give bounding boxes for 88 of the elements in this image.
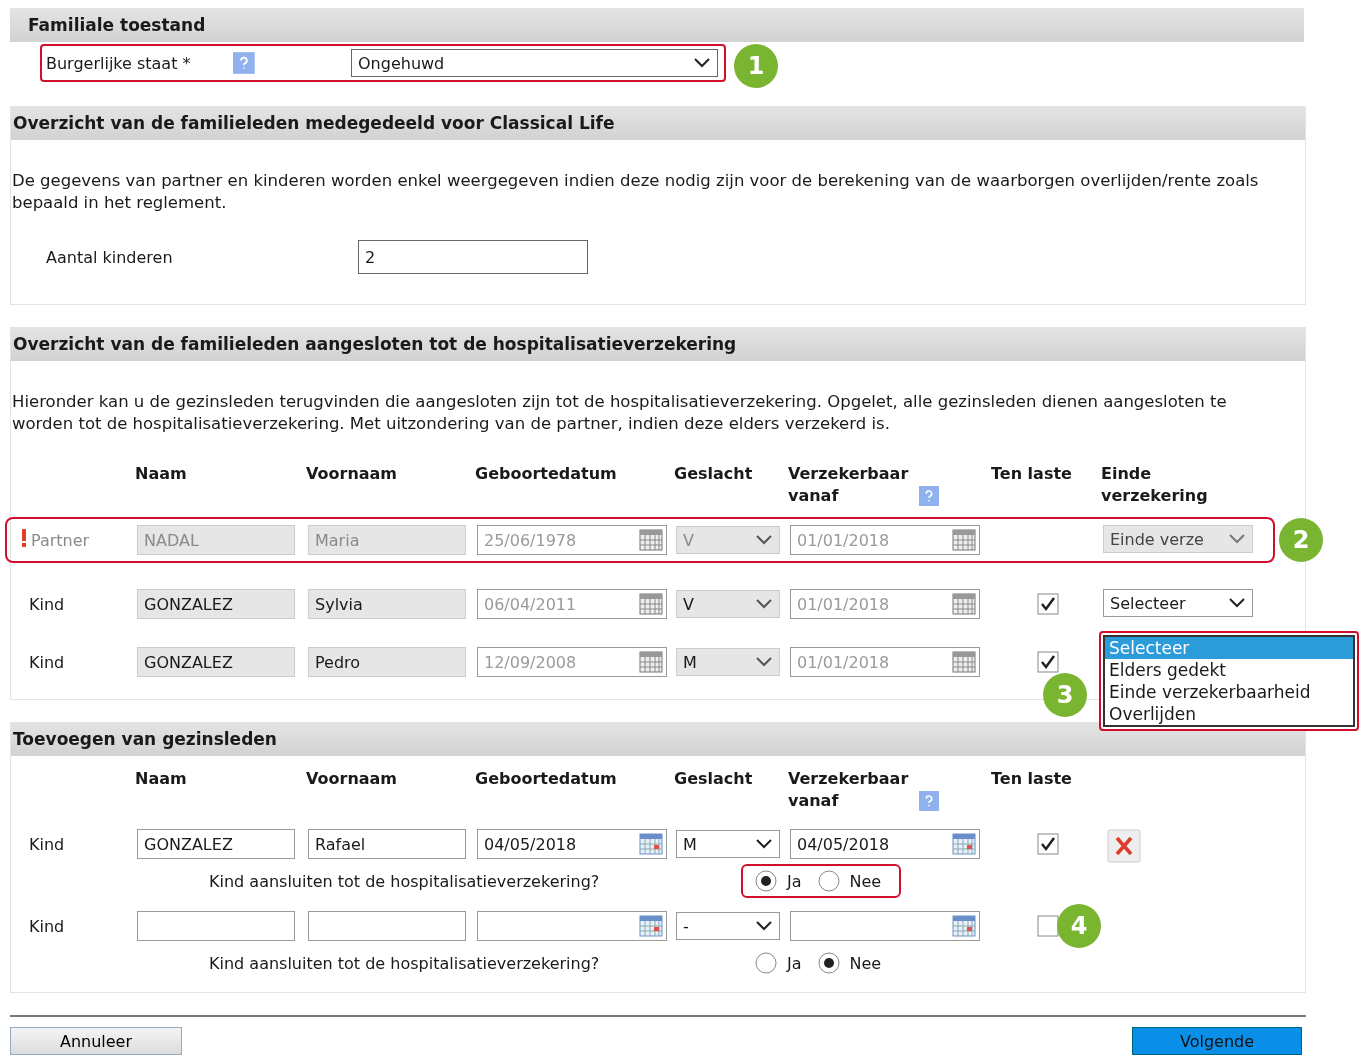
calendar-icon[interactable] [639,593,663,615]
action-button[interactable]: Annuleer [10,1027,182,1055]
date-field[interactable] [477,911,667,941]
relation-label: Kind [29,916,65,936]
dropdown[interactable]: V [676,590,780,618]
chevron-down-icon [755,534,773,546]
date-field[interactable] [790,911,980,941]
section-title: Toevoegen van gezinsleden [13,729,277,749]
dropdown[interactable]: M [676,648,780,676]
checkbox[interactable] [1037,593,1059,615]
calendar-icon[interactable] [639,915,663,937]
chevron-down-icon [693,57,711,69]
dropdown-option[interactable]: Elders gedekt [1105,659,1353,681]
input-field[interactable]: GONZALEZ [137,647,295,677]
calendar-icon[interactable] [639,651,663,673]
dropdown[interactable]: Ongehuwd [351,49,718,77]
dropdown[interactable]: M [676,830,780,858]
section-title: Familiale toestand [28,15,206,35]
radio-button[interactable] [755,952,777,974]
relation-label: Kind [29,594,65,614]
option-label: Nee [849,953,882,973]
callout-number: 1 [734,44,778,88]
column-header: Verzekerbaar vanaf [788,768,910,812]
radio-button[interactable] [755,870,777,892]
column-header: Einde verzekering [1101,463,1209,507]
chevron-down-icon [755,838,773,850]
option-label: Nee [849,871,882,891]
column-header: Naam [135,768,187,790]
checkbox[interactable] [1037,833,1059,855]
relation-label: Kind [29,834,65,854]
column-header: Geslacht [674,768,753,790]
callout-number: 2 [1279,518,1323,562]
column-header: Geboortedatum [475,463,617,485]
help-icon[interactable] [919,791,939,811]
chevron-down-icon [1228,533,1246,545]
action-button[interactable]: Volgende [1132,1027,1302,1055]
question-text: Kind aansluiten tot de hospitalisatieverzekering? [208,871,601,891]
help-icon[interactable] [919,486,939,506]
field-label: Burgerlijke staat * [46,53,192,73]
calendar-icon[interactable] [952,651,976,673]
column-header: Ten laste [991,768,1072,790]
input-field[interactable]: GONZALEZ [137,829,295,859]
callout-number: 4 [1057,904,1101,948]
calendar-icon[interactable] [952,833,976,855]
dropdown[interactable]: - [676,912,780,940]
input-field[interactable]: Pedro [308,647,466,677]
field-label: Aantal kinderen [46,247,174,267]
delete-icon[interactable] [1107,829,1141,863]
column-header: Naam [135,463,187,485]
input-field[interactable]: Rafael [308,829,466,859]
radio-button[interactable] [817,952,840,974]
help-icon[interactable] [233,52,255,74]
chevron-down-icon [755,920,773,932]
input-field[interactable] [308,911,466,941]
column-header: Verzekerbaar vanaf [788,463,910,507]
calendar-icon[interactable] [952,915,976,937]
option-label: Ja [787,953,802,973]
info-text: Hieronder kan u de gezinsleden terugvinden die aangesloten zijn tot de hospitalisatieverzekering. Opgelet, alle gezinsleden dienen aangesloten te worden tot de hospitalisatieverzekering. Met uitzondering van de partner, indien deze elders verzekerd is. [12,391,1228,435]
column-header: Geboortedatum [475,768,617,790]
chevron-down-icon [755,598,773,610]
radio-button[interactable] [817,870,840,892]
column-header: Voornaam [306,768,398,790]
column-header: Geslacht [674,463,753,485]
chevron-down-icon [755,656,773,668]
input-field[interactable]: GONZALEZ [137,589,295,619]
calendar-icon[interactable] [639,833,663,855]
column-header: Voornaam [306,463,398,485]
input-field[interactable]: Sylvia [308,589,466,619]
relation-label: Kind [29,652,65,672]
info-text: De gegevens van partner en kinderen worden enkel weergegeven indien deze nodig zijn voor de berekening van de waarborgen overlijden/rente zoals bepaald in het reglement. [12,170,1260,214]
checkbox[interactable] [1037,651,1059,673]
dropdown-option[interactable]: Einde verzekerbaarheid [1105,681,1353,703]
checkbox[interactable] [1037,915,1059,937]
callout-number: 3 [1043,673,1087,717]
date-field[interactable]: 04/05/2018 [790,829,980,859]
section-title: Overzicht van de familieleden medegedeeld voor Classical Life [13,113,615,133]
chevron-down-icon [1228,597,1246,609]
column-header: Ten laste [991,463,1072,485]
section-title: Overzicht van de familieleden aangesloten tot de hospitalisatieverzekering [13,334,737,354]
question-text: Kind aansluiten tot de hospitalisatieverzekering? [208,953,601,973]
input-field[interactable] [137,911,295,941]
dropdown[interactable]: Selecteer [1103,589,1253,617]
dropdown-option[interactable]: Overlijden [1105,703,1353,725]
input-field[interactable]: 2 [358,240,588,274]
relation-label: Partner [31,530,90,550]
option-label: Ja [787,871,802,891]
date-field[interactable]: 04/05/2018 [477,829,667,859]
calendar-icon[interactable] [952,593,976,615]
